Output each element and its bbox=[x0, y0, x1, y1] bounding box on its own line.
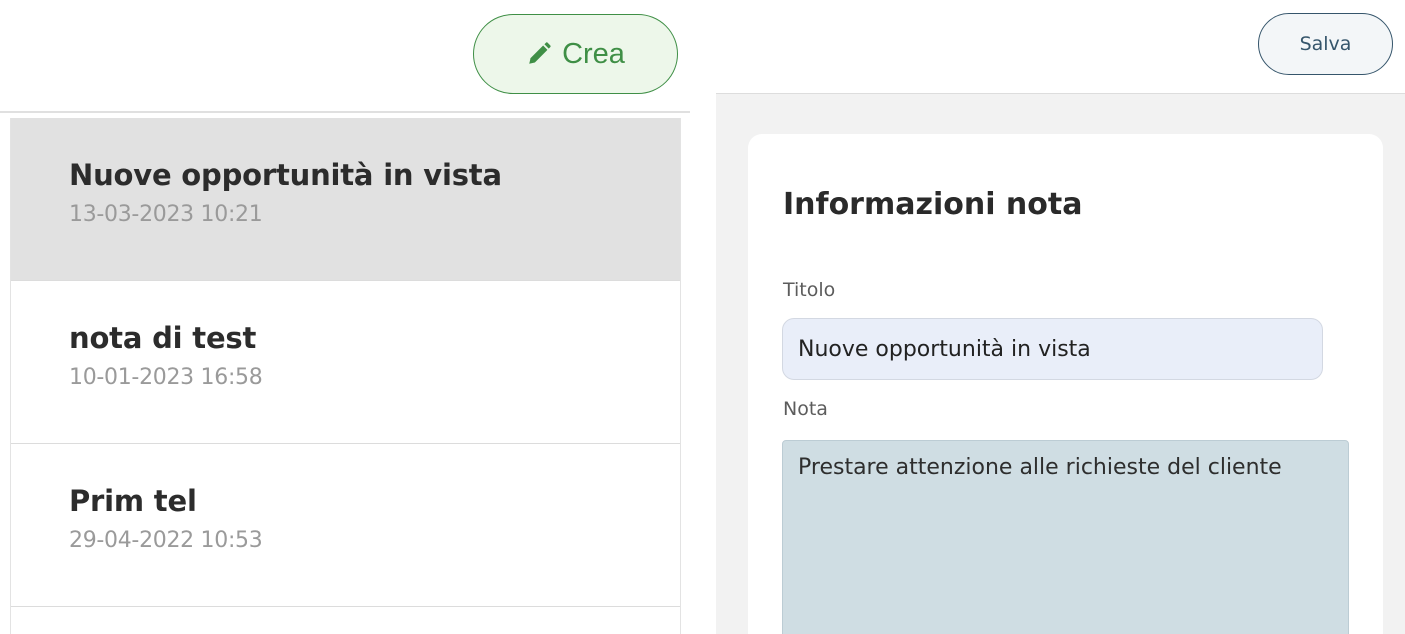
note-detail-pane: Salva Informazioni nota Titolo Nuove opp… bbox=[716, 0, 1405, 634]
title-field-label: Titolo bbox=[783, 279, 836, 301]
pencil-icon bbox=[526, 41, 552, 67]
list-item[interactable]: Prim tel 29-04-2022 10:53 bbox=[11, 444, 680, 607]
notes-list-pane: Crea Nuove opportunità in vista 13-03-20… bbox=[0, 0, 690, 634]
list-toolbar: Crea bbox=[0, 0, 690, 113]
list-item[interactable]: Nuove opportunità in vista 13-03-2023 10… bbox=[11, 118, 680, 281]
list-item[interactable]: nota di test 10-01-2023 16:58 bbox=[11, 281, 680, 444]
create-button-label: Crea bbox=[562, 37, 625, 70]
save-button[interactable]: Salva bbox=[1258, 13, 1393, 75]
notes-app: Crea Nuove opportunità in vista 13-03-20… bbox=[0, 0, 1405, 634]
note-title: Nuove opportunità in vista bbox=[69, 158, 502, 192]
note-date: 13-03-2023 10:21 bbox=[69, 202, 263, 227]
detail-toolbar: Salva bbox=[716, 0, 1405, 94]
note-date: 10-01-2023 16:58 bbox=[69, 365, 263, 390]
create-button[interactable]: Crea bbox=[473, 14, 678, 94]
card-heading: Informazioni nota bbox=[783, 187, 1083, 222]
note-field-label: Nota bbox=[783, 398, 828, 420]
note-date: 29-04-2022 10:53 bbox=[69, 528, 263, 553]
notes-list: Nuove opportunità in vista 13-03-2023 10… bbox=[10, 118, 681, 634]
note-title: nota di test bbox=[69, 321, 257, 355]
note-title: Prim tel bbox=[69, 484, 197, 518]
note-info-card: Informazioni nota Titolo Nuove opportuni… bbox=[748, 134, 1383, 634]
title-input[interactable]: Nuove opportunità in vista bbox=[782, 318, 1323, 380]
note-textarea[interactable]: Prestare attenzione alle richieste del c… bbox=[782, 440, 1349, 634]
